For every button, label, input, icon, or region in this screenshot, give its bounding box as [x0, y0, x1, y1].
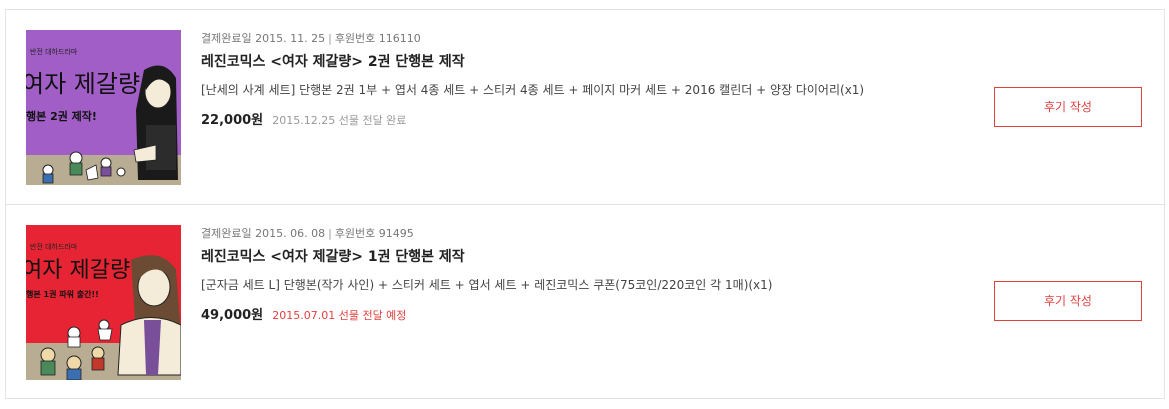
svg-text:여자 제갈량: 여자 제갈량	[26, 70, 140, 98]
paid-date: 2015. 11. 25	[255, 32, 326, 45]
order-item: 반전 대하드라마 여자 제갈량 행본 2권 제작! 결제완료일 2015. 11…	[6, 10, 1164, 205]
book-cover-thumbnail[interactable]: 반전 대하드라마 여자 제갈량 행본 1권 파워 출간!!	[26, 225, 181, 380]
reward-description: [난세의 사계 세트] 단행본 2권 1부 + 엽서 4종 세트 + 스티커 4…	[201, 83, 865, 97]
order-item: 반전 대하드라마 여자 제갈량 행본 1권 파워 출간!! 결제완료일 2015…	[6, 205, 1164, 400]
sponsor-number: 116110	[378, 32, 421, 45]
order-info: 결제완료일 2015. 06. 08 | 후원번호 91495 레진코믹스 <여자 …	[201, 226, 961, 323]
meta-separator: |	[328, 32, 332, 45]
project-title[interactable]: 레진코믹스 <여자 제갈량> 2권 단행본 제작	[201, 52, 961, 72]
order-price: 22,000원	[201, 113, 264, 128]
book-cover-thumbnail[interactable]: 반전 대하드라마 여자 제갈량 행본 2권 제작!	[26, 30, 181, 185]
reward-description: [군자금 세트 L] 단행본(작가 사인) + 스티커 세트 + 엽서 세트 +…	[201, 278, 773, 292]
price-line: 49,000원 2015.07.01 선물 전달 예정	[201, 305, 961, 323]
meta-separator: |	[328, 227, 332, 240]
svg-text:행본 1권 파워 출간!!: 행본 1권 파워 출간!!	[26, 289, 99, 299]
delivery-status: 2015.12.25 선물 전달 완료	[272, 114, 407, 127]
order-price: 49,000원	[201, 308, 264, 323]
svg-text:반전 대하드라마: 반전 대하드라마	[30, 47, 78, 56]
order-list: 반전 대하드라마 여자 제갈량 행본 2권 제작! 결제완료일 2015. 11…	[5, 9, 1165, 399]
write-review-button[interactable]: 후기 작성	[994, 87, 1142, 127]
svg-text:반전 대하드라마: 반전 대하드라마	[30, 242, 78, 251]
order-info: 결제완료일 2015. 11. 25 | 후원번호 116110 레진코믹스 <여자…	[201, 31, 961, 128]
sponsor-number: 91495	[378, 227, 414, 240]
paid-date: 2015. 06. 08	[255, 227, 326, 240]
order-meta: 결제완료일 2015. 11. 25 | 후원번호 116110	[201, 31, 961, 47]
svg-text:행본 2권 제작!: 행본 2권 제작!	[26, 109, 97, 123]
paid-label: 결제완료일	[201, 227, 252, 240]
svg-text:여자 제갈량: 여자 제갈량	[26, 258, 130, 283]
delivery-status: 2015.07.01 선물 전달 예정	[272, 309, 407, 322]
order-meta: 결제완료일 2015. 06. 08 | 후원번호 91495	[201, 226, 961, 242]
project-title[interactable]: 레진코믹스 <여자 제갈량> 1권 단행본 제작	[201, 247, 961, 267]
paid-label: 결제완료일	[201, 32, 252, 45]
sponsor-label: 후원번호	[334, 227, 376, 240]
sponsor-label: 후원번호	[334, 32, 376, 45]
write-review-button[interactable]: 후기 작성	[994, 281, 1142, 321]
price-line: 22,000원 2015.12.25 선물 전달 완료	[201, 110, 961, 128]
